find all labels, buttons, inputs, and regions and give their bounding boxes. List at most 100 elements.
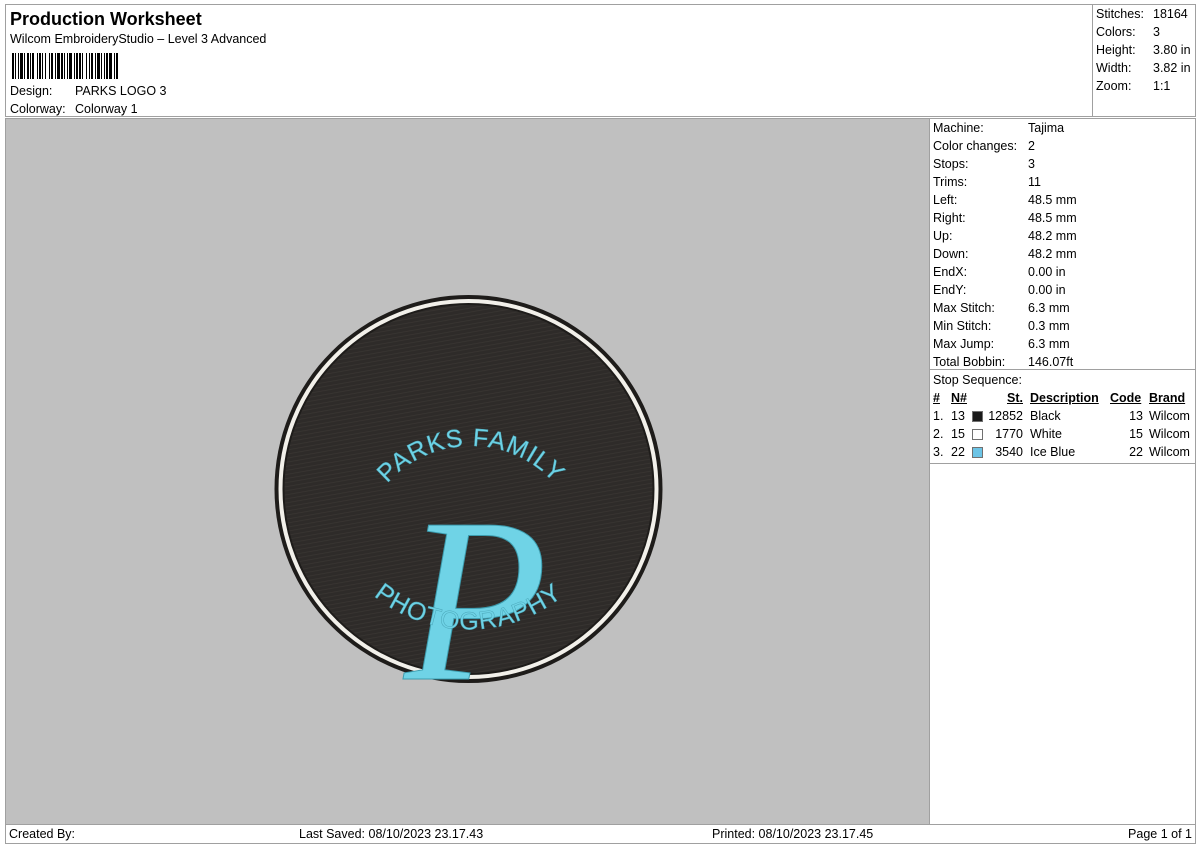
page-number: Page 1 of 1 (1128, 827, 1192, 841)
info-row: Min Stitch: 0.3 mm (933, 319, 1070, 333)
barcode-icon (12, 53, 118, 79)
row-brand: Wilcom (1149, 445, 1190, 459)
colorway-row: Colorway: Colorway 1 (10, 102, 138, 116)
height-value: 3.80 in (1153, 43, 1191, 57)
row-stitches: 3540 (995, 445, 1023, 459)
stop-sequence-table: Stop Sequence: # N# St. Description Code… (930, 369, 1195, 464)
monogram-p: P (402, 470, 548, 684)
design-preview: PARKS FAMILY P PHOTOGRAPHY (5, 118, 930, 825)
machine-info-panel: Machine: Tajima Color changes: 2 Stops: 3 Trim… (929, 118, 1196, 825)
color-swatch (972, 429, 983, 440)
info-label: Total Bobbin: (933, 355, 1006, 369)
info-label: Trims: (933, 175, 968, 189)
info-row: Down: 48.2 mm (933, 247, 1077, 261)
col-needle: N# (951, 391, 967, 405)
row-description: Ice Blue (1030, 445, 1076, 459)
info-value: 11 (1028, 175, 1041, 189)
info-value: 48.2 mm (1028, 229, 1077, 243)
embroidery-patch: PARKS FAMILY P PHOTOGRAPHY (274, 295, 663, 684)
info-value: 2 (1028, 139, 1035, 153)
info-label: Min Stitch: (933, 319, 992, 333)
col-brand: Brand (1149, 391, 1186, 405)
zoom-row: Zoom: 1:1 (1096, 79, 1170, 93)
info-row: Right: 48.5 mm (933, 211, 1077, 225)
row-num: 2. (933, 427, 944, 441)
width-row: Width: 3.82 in (1096, 61, 1191, 75)
info-label: Color changes: (933, 139, 1018, 153)
worksheet-header: Production Worksheet Wilcom EmbroiderySt… (5, 4, 1093, 117)
info-value: 48.5 mm (1028, 211, 1077, 225)
zoom-value: 1:1 (1153, 79, 1171, 93)
row-brand: Wilcom (1149, 427, 1190, 441)
info-row: Total Bobbin: 146.07ft (933, 355, 1073, 369)
row-num: 1. (933, 409, 944, 423)
color-swatch (972, 447, 983, 458)
design-row: Design: PARKS LOGO 3 (10, 84, 166, 98)
info-value: 0.00 in (1028, 265, 1066, 279)
info-value: 0.00 in (1028, 283, 1066, 297)
summary-panel: Stitches: 18164 Colors: 3 Height: 3.80 in W… (1092, 4, 1196, 117)
row-code: 22 (1129, 445, 1143, 459)
info-label: Left: (933, 193, 958, 207)
info-value: Tajima (1028, 121, 1065, 135)
info-row: Max Jump: 6.3 mm (933, 337, 1070, 351)
info-row: Machine: Tajima (933, 121, 1064, 135)
stitches-label: Stitches: (1096, 7, 1144, 21)
info-row: Up: 48.2 mm (933, 229, 1077, 243)
row-code: 13 (1129, 409, 1143, 423)
height-label: Height: (1096, 43, 1136, 57)
info-label: Machine: (933, 121, 984, 135)
colors-label: Colors: (1096, 25, 1136, 39)
color-swatch (972, 411, 983, 422)
info-label: EndX: (933, 265, 968, 279)
info-row: EndY: 0.00 in (933, 283, 1066, 297)
last-saved: Last Saved: 08/10/2023 23.17.43 (299, 827, 484, 841)
info-label: Max Jump: (933, 337, 995, 351)
stitches-row: Stitches: 18164 (1096, 7, 1188, 21)
info-value: 3 (1028, 157, 1035, 171)
info-row: Stops: 3 (933, 157, 1035, 171)
info-row: Trims: 11 (933, 175, 1041, 189)
row-num: 3. (933, 445, 944, 459)
col-num: # (933, 391, 940, 405)
row-brand: Wilcom (1149, 409, 1190, 423)
info-label: Max Stitch: (933, 301, 995, 315)
info-value: 6.3 mm (1028, 301, 1070, 315)
table-row: 1. 13 12852 Black 13 Wilcom (930, 408, 1195, 426)
info-label: Down: (933, 247, 969, 261)
width-value: 3.82 in (1153, 61, 1191, 75)
info-row: Left: 48.5 mm (933, 193, 1077, 207)
design-value: PARKS LOGO 3 (75, 84, 167, 98)
col-stitches: St. (1007, 391, 1023, 405)
col-description: Description (1030, 391, 1099, 405)
table-row: 3. 22 3540 Ice Blue 22 Wilcom (930, 444, 1195, 462)
info-row: EndX: 0.00 in (933, 265, 1066, 279)
worksheet-footer: Created By: Last Saved: 08/10/2023 23.17… (5, 824, 1196, 844)
info-label: Stops: (933, 157, 969, 171)
colors-value: 3 (1153, 25, 1160, 39)
row-code: 15 (1129, 427, 1143, 441)
row-stitches: 12852 (988, 409, 1023, 423)
colors-row: Colors: 3 (1096, 25, 1160, 39)
info-label: Up: (933, 229, 953, 243)
row-needle: 15 (951, 427, 965, 441)
info-value: 48.5 mm (1028, 193, 1077, 207)
row-needle: 22 (951, 445, 965, 459)
zoom-label: Zoom: (1096, 79, 1132, 93)
info-row: Color changes: 2 (933, 139, 1035, 153)
info-label: Right: (933, 211, 966, 225)
created-by: Created By: (9, 827, 76, 841)
width-label: Width: (1096, 61, 1132, 75)
col-code: Code (1110, 391, 1142, 405)
stitches-value: 18164 (1153, 7, 1188, 21)
page-title: Production Worksheet (10, 9, 202, 29)
info-value: 48.2 mm (1028, 247, 1077, 261)
info-row: Max Stitch: 6.3 mm (933, 301, 1070, 315)
colorway-label: Colorway: (10, 102, 66, 116)
row-needle: 13 (951, 409, 965, 423)
info-value: 0.3 mm (1028, 319, 1070, 333)
stop-sequence-title: Stop Sequence: (933, 373, 1022, 387)
row-description: White (1030, 427, 1062, 441)
row-stitches: 1770 (995, 427, 1023, 441)
design-label: Design: (10, 84, 53, 98)
